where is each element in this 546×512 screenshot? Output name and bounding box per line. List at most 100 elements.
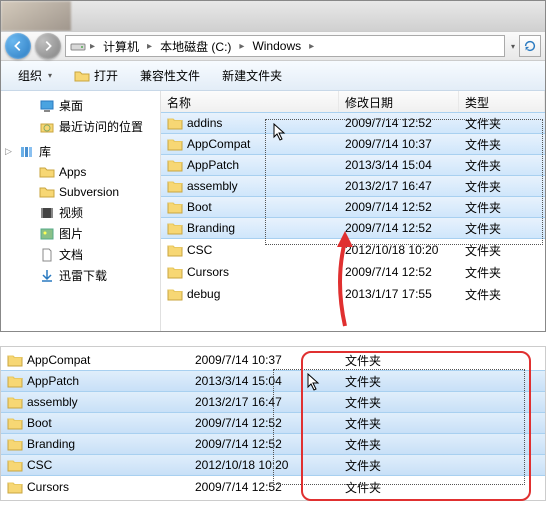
cell-name: CSC: [1, 456, 189, 474]
folder-icon: [167, 137, 183, 151]
newfolder-button[interactable]: 新建文件夹: [213, 63, 291, 88]
cell-name: addins: [161, 114, 339, 132]
chevron-right-icon: ▸: [145, 41, 154, 52]
cell-date: 2009/7/14 12:52: [189, 414, 339, 432]
table-row[interactable]: AppCompat2009/7/14 10:37文件夹: [161, 133, 545, 155]
cell-name: assembly: [161, 177, 339, 195]
sidebar-subversion[interactable]: Subversion: [1, 182, 160, 202]
table-row[interactable]: Cursors2009/7/14 12:52文件夹: [1, 476, 545, 498]
folder-icon: [7, 416, 23, 430]
col-name[interactable]: 名称: [161, 91, 339, 112]
table-row[interactable]: Boot2009/7/14 12:52文件夹: [161, 196, 545, 218]
table-row[interactable]: Branding2009/7/14 12:52文件夹: [1, 433, 545, 455]
cell-name: Boot: [1, 414, 189, 432]
cell-date: 2009/7/14 12:52: [189, 435, 339, 453]
folder-icon: [7, 374, 23, 388]
cell-type: 文件夹: [339, 477, 545, 498]
toolbar: 组织 ▾ 打开 兼容性文件 新建文件夹: [1, 61, 545, 91]
compat-label: 兼容性文件: [140, 67, 200, 84]
folder-icon: [39, 164, 55, 180]
sidebar-video[interactable]: 视频: [1, 202, 160, 223]
forward-button[interactable]: [35, 33, 61, 59]
sidebar-pictures[interactable]: 图片: [1, 223, 160, 244]
cell-name: AppCompat: [1, 351, 189, 369]
cell-date: 2013/3/14 15:04: [339, 156, 459, 174]
cell-type: 文件夹: [459, 262, 545, 283]
chevron-down-icon: ▾: [48, 71, 52, 80]
compat-button[interactable]: 兼容性文件: [131, 63, 209, 88]
sidebar-apps[interactable]: Apps: [1, 162, 160, 182]
folder-icon: [7, 353, 23, 367]
table-row[interactable]: Boot2009/7/14 12:52文件夹: [1, 412, 545, 434]
table-row[interactable]: AppCompat2009/7/14 10:37文件夹: [1, 349, 545, 371]
table-row[interactable]: Branding2009/7/14 12:52文件夹: [161, 217, 545, 239]
col-type[interactable]: 类型: [459, 91, 545, 112]
cell-type: 文件夹: [459, 155, 545, 176]
sidebar-xunlei[interactable]: 迅雷下载: [1, 265, 160, 286]
breadcrumb-drive[interactable]: 本地磁盘 (C:): [156, 38, 235, 55]
cell-name: Boot: [161, 198, 339, 216]
breadcrumb-folder[interactable]: Windows: [248, 39, 305, 53]
open-icon: [74, 68, 90, 84]
chevron-right-icon: ▸: [88, 41, 97, 52]
cell-date: 2009/7/14 12:52: [339, 198, 459, 216]
folder-icon: [7, 458, 23, 472]
aero-blur: [1, 1, 71, 31]
back-button[interactable]: [5, 33, 31, 59]
table-row[interactable]: addins2009/7/14 12:52文件夹: [161, 112, 545, 134]
expand-icon[interactable]: ▷: [5, 146, 12, 157]
drive-icon: [70, 38, 86, 54]
explorer-window: ▸ 计算机 ▸ 本地磁盘 (C:) ▸ Windows ▸ ▾ 组织 ▾ 打开 …: [0, 0, 546, 332]
folder-icon: [7, 437, 23, 451]
cell-type: 文件夹: [459, 113, 545, 134]
cell-name: AppPatch: [1, 372, 189, 390]
file-list[interactable]: 名称 修改日期 类型 addins2009/7/14 12:52文件夹AppCo…: [161, 91, 545, 331]
sidebar-recent[interactable]: 最近访问的位置: [1, 116, 160, 137]
file-rows: addins2009/7/14 12:52文件夹AppCompat2009/7/…: [161, 112, 545, 305]
folder-icon: [167, 179, 183, 193]
table-row[interactable]: debug2013/1/17 17:55文件夹: [161, 283, 545, 305]
folder-icon: [39, 184, 55, 200]
cell-name: Branding: [161, 219, 339, 237]
table-row[interactable]: assembly2013/2/17 16:47文件夹: [1, 391, 545, 413]
video-icon: [39, 205, 55, 221]
recent-icon: [39, 119, 55, 135]
table-row[interactable]: CSC2012/10/18 10:20文件夹: [1, 454, 545, 476]
folder-icon: [7, 395, 23, 409]
organize-label: 组织: [18, 67, 42, 84]
cell-type: 文件夹: [459, 176, 545, 197]
cell-name: AppPatch: [161, 156, 339, 174]
cell-name: Cursors: [161, 263, 339, 281]
cell-date: 2009/7/14 12:52: [189, 478, 339, 496]
table-row[interactable]: CSC2012/10/18 10:20文件夹: [161, 239, 545, 261]
cell-type: 文件夹: [459, 218, 545, 239]
document-icon: [39, 247, 55, 263]
col-date[interactable]: 修改日期: [339, 91, 459, 112]
table-row[interactable]: AppPatch2013/3/14 15:04文件夹: [1, 370, 545, 392]
breadcrumb[interactable]: ▸ 计算机 ▸ 本地磁盘 (C:) ▸ Windows ▸: [65, 35, 505, 57]
nav-bar: ▸ 计算机 ▸ 本地磁盘 (C:) ▸ Windows ▸ ▾: [1, 31, 545, 61]
open-button[interactable]: 打开: [65, 63, 127, 88]
cell-type: 文件夹: [339, 434, 545, 455]
column-headers: 名称 修改日期 类型: [161, 91, 545, 113]
desktop-icon: [39, 98, 55, 114]
sidebar[interactable]: 桌面 最近访问的位置 ▷ 库 Apps: [1, 91, 161, 331]
table-row[interactable]: AppPatch2013/3/14 15:04文件夹: [161, 154, 545, 176]
sidebar-desktop[interactable]: 桌面: [1, 95, 160, 116]
sidebar-libraries[interactable]: ▷ 库: [1, 141, 160, 162]
cell-date: 2009/7/14 12:52: [339, 219, 459, 237]
refresh-button[interactable]: [519, 35, 541, 57]
sidebar-documents[interactable]: 文档: [1, 244, 160, 265]
breadcrumb-computer[interactable]: 计算机: [99, 38, 143, 55]
folder-icon: [167, 158, 183, 172]
organize-button[interactable]: 组织 ▾: [9, 63, 61, 88]
cell-type: 文件夹: [339, 350, 545, 371]
cell-date: 2013/2/17 16:47: [189, 393, 339, 411]
table-row[interactable]: Cursors2009/7/14 12:52文件夹: [161, 261, 545, 283]
history-dropdown[interactable]: ▾: [511, 42, 515, 51]
cell-name: Branding: [1, 435, 189, 453]
folder-icon: [7, 480, 23, 494]
cell-date: 2012/10/18 10:20: [189, 456, 339, 474]
cell-name: AppCompat: [161, 135, 339, 153]
table-row[interactable]: assembly2013/2/17 16:47文件夹: [161, 175, 545, 197]
